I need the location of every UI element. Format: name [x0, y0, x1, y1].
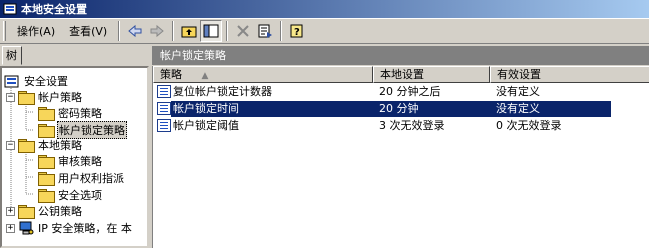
column-header-effective-setting[interactable]: 有效设置: [490, 66, 649, 83]
policy-icon: [157, 102, 171, 115]
tree-item-account-lockout-policy[interactable]: 帐户锁定策略: [38, 121, 127, 139]
tree-item-security-settings[interactable]: 安全设置: [4, 73, 69, 89]
effective-setting: 没有定义: [496, 102, 540, 115]
folder-icon: [38, 106, 55, 121]
toolbar-separator: [118, 21, 121, 41]
tree-item-label: 审核策略: [58, 155, 102, 168]
tree-item-label: 本地策略: [38, 139, 82, 152]
computer-icon: [18, 221, 34, 235]
delete-icon[interactable]: [232, 20, 254, 42]
window-title: 本地安全设置: [21, 3, 87, 16]
collapse-icon[interactable]: −: [6, 140, 15, 150]
policy-icon: [157, 119, 171, 132]
right-pane-title: 帐户锁定策略: [152, 46, 649, 65]
effective-setting: 没有定义: [496, 85, 540, 98]
policy-name: 帐户锁定阈值: [173, 119, 239, 132]
tree-item-local-policy[interactable]: − 本地策略: [6, 137, 83, 153]
table-row[interactable]: 帐户锁定阈值 3 次无效登录 0 次无效登录: [153, 118, 649, 134]
expand-icon[interactable]: +: [6, 206, 15, 216]
policy-icon: [157, 85, 171, 98]
security-settings-icon: [3, 2, 17, 16]
folder-icon: [18, 138, 35, 153]
tree-item-label: 公钥策略: [38, 205, 82, 218]
help-icon[interactable]: ?: [286, 20, 308, 42]
up-folder-icon[interactable]: [178, 20, 200, 42]
show-hide-tree-icon[interactable]: [200, 20, 223, 42]
folder-icon: [18, 204, 35, 219]
tree-item-label: 安全选项: [58, 189, 102, 202]
column-header-local-setting[interactable]: 本地设置: [373, 66, 490, 83]
folder-icon: [38, 188, 55, 203]
tree-item-label: 安全设置: [24, 75, 68, 88]
table-row[interactable]: 帐户锁定时间 20 分钟 没有定义: [153, 101, 649, 117]
tree-item-account-policy[interactable]: − 帐户策略: [6, 89, 83, 105]
local-setting: 3 次无效登录: [379, 119, 445, 132]
collapse-icon[interactable]: −: [6, 92, 15, 102]
tree-item-user-rights[interactable]: 用户权利指派: [38, 170, 125, 186]
security-settings-icon: [4, 75, 20, 88]
policy-name: 复位帐户锁定计数器: [173, 85, 272, 98]
tree-tab-strip: 树: [0, 46, 151, 66]
policy-name: 帐户锁定时间: [173, 102, 239, 115]
tree-item-label: 用户权利指派: [58, 172, 124, 185]
menu-action[interactable]: 操作(A): [10, 21, 62, 41]
tree-item-label: IP 安全策略，在 本: [38, 222, 132, 235]
folder-icon: [18, 90, 35, 105]
tree-item-public-key-policy[interactable]: + 公钥策略: [6, 203, 83, 219]
export-list-icon[interactable]: [254, 20, 276, 42]
table-row[interactable]: 复位帐户锁定计数器 20 分钟之后 没有定义: [153, 84, 649, 100]
svg-text:?: ?: [294, 27, 300, 38]
expand-icon[interactable]: +: [6, 223, 15, 233]
toolbar-separator: [172, 21, 175, 41]
tree-item-ip-security-policy[interactable]: + IP 安全策略，在 本: [6, 220, 133, 236]
toolbar-separator: [226, 21, 229, 41]
tree-item-audit-policy[interactable]: 审核策略: [38, 153, 103, 169]
tree-item-label: 帐户策略: [38, 91, 82, 104]
effective-setting: 0 次无效登录: [496, 119, 562, 132]
folder-icon: [38, 171, 55, 186]
local-setting: 20 分钟之后: [379, 85, 441, 98]
sort-ascending-icon: ▲: [201, 71, 209, 81]
tree-item-security-options[interactable]: 安全选项: [38, 187, 103, 203]
title-bar[interactable]: 本地安全设置: [0, 0, 649, 18]
menu-toolbar: 操作(A) 查看(V) ?: [0, 18, 649, 44]
policy-list[interactable]: 策略 ▲ 本地设置 有效设置 复位帐户锁定计数器 20 分钟之后 没有定义 帐户…: [152, 66, 649, 248]
tree-view[interactable]: 安全设置 − 帐户策略 密码策略 帐户锁定策略 − 本地策略 审核策略 用户权利…: [0, 66, 149, 248]
column-header-label: 策略: [160, 68, 182, 81]
menu-view[interactable]: 查看(V): [62, 21, 114, 41]
tree-item-password-policy[interactable]: 密码策略: [38, 105, 103, 121]
toolbar-grip[interactable]: [3, 21, 6, 41]
tab-tree[interactable]: 树: [2, 46, 22, 65]
local-setting: 20 分钟: [379, 102, 419, 115]
folder-icon: [38, 154, 55, 169]
forward-icon[interactable]: [146, 20, 168, 42]
tree-item-label: 密码策略: [58, 107, 102, 120]
back-icon[interactable]: [124, 20, 146, 42]
column-header-policy[interactable]: 策略 ▲: [153, 66, 373, 83]
toolbar-separator: [280, 21, 283, 41]
folder-icon: [38, 123, 55, 138]
